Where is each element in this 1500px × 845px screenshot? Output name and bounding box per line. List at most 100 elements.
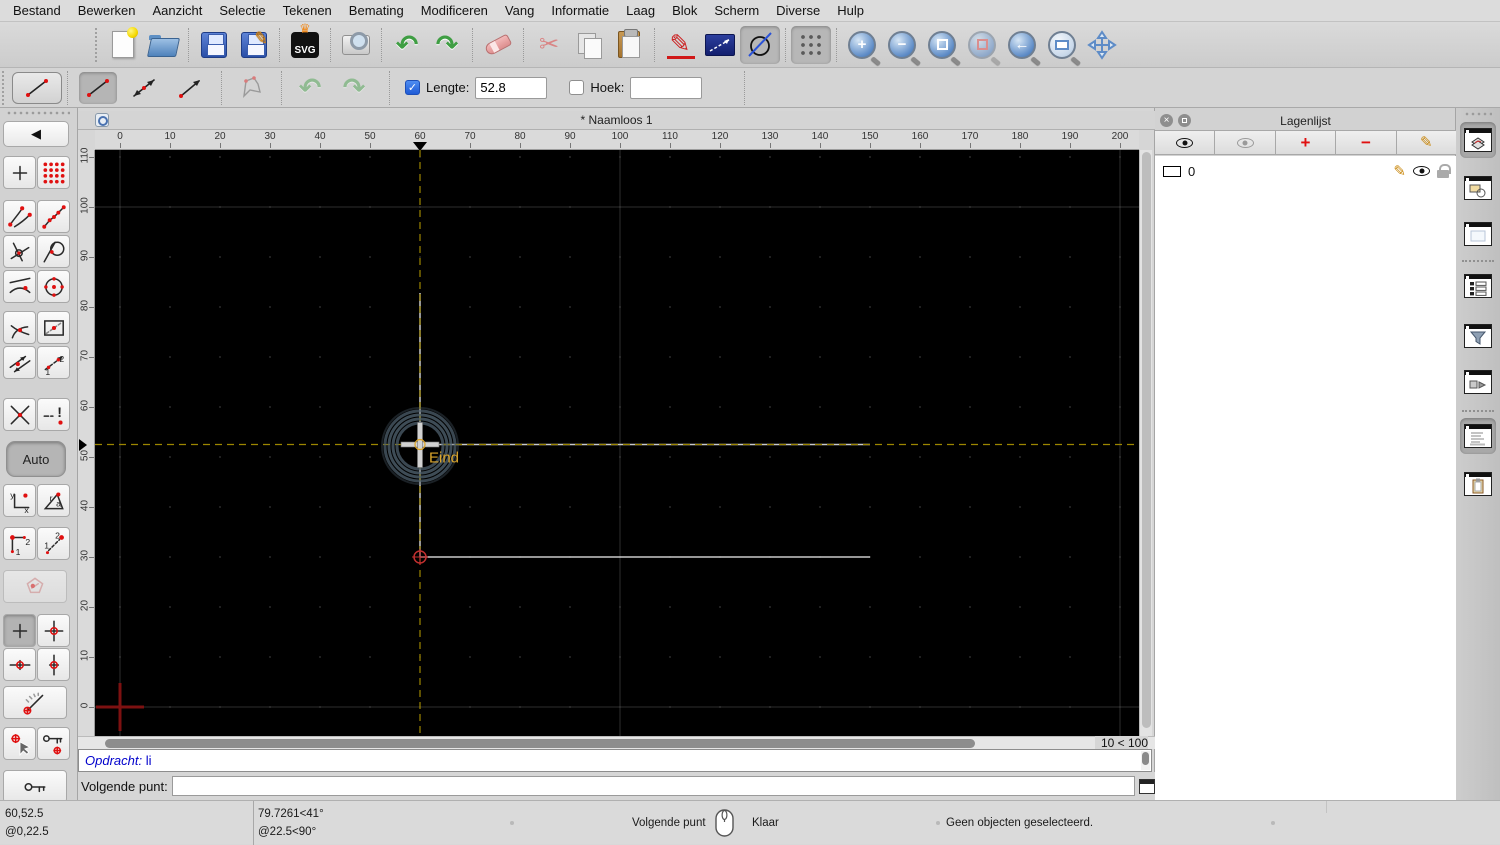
snap-cursor-button[interactable]	[3, 156, 36, 189]
print-preview-button[interactable]	[336, 26, 376, 64]
redo-button[interactable]: ↷	[427, 26, 467, 64]
panel-view-button[interactable]	[1460, 364, 1496, 400]
lock-coordinates-button[interactable]	[3, 770, 67, 803]
layer-visibility-toggle[interactable]	[1413, 166, 1430, 176]
paste-button[interactable]	[609, 26, 649, 64]
coord-polar-button[interactable]: ra	[37, 484, 70, 517]
menu-item-vang[interactable]: Vang	[505, 3, 534, 18]
snap-tangent-button[interactable]	[37, 235, 70, 268]
auto-snap-button[interactable]: Auto	[6, 441, 66, 477]
remove-layer-button[interactable]: −	[1336, 131, 1397, 154]
scrollbar-thumb[interactable]	[1142, 752, 1149, 765]
add-layer-button[interactable]: +	[1275, 131, 1337, 154]
axis-both-button[interactable]	[37, 614, 70, 647]
toolbar-drag-handle[interactable]	[2, 70, 8, 105]
menu-item-aanzicht[interactable]: Aanzicht	[153, 3, 203, 18]
layer-edit-pencil-icon[interactable]: ✎	[1393, 164, 1406, 179]
snap-nearest-button[interactable]	[3, 270, 36, 303]
zoom-selection-button[interactable]	[962, 26, 1002, 64]
new-file-button[interactable]	[103, 26, 143, 64]
show-all-layers-button[interactable]	[1155, 131, 1216, 154]
zoom-previous-button[interactable]: ←	[1002, 26, 1042, 64]
coord-absolute-button[interactable]: 12	[37, 527, 70, 560]
hoek-checkbox[interactable]	[569, 80, 585, 95]
polygon-tool-button[interactable]	[233, 72, 271, 104]
lock-point-button[interactable]	[37, 727, 70, 760]
document-title-bar[interactable]: * Naamloos 1	[78, 111, 1155, 130]
snap-intersection-button[interactable]	[3, 398, 36, 431]
command-history[interactable]: Opdracht: li	[78, 749, 1152, 772]
menu-item-hulp[interactable]: Hulp	[837, 3, 864, 18]
menu-item-blok[interactable]: Blok	[672, 3, 697, 18]
panel-clipboard-button[interactable]	[1460, 466, 1496, 502]
svg-export-button[interactable]: ♛ SVG	[285, 22, 325, 64]
panel-layers-button[interactable]	[1460, 122, 1496, 158]
menu-item-bestand[interactable]: Bestand	[13, 3, 61, 18]
pan-button[interactable]	[1082, 26, 1122, 64]
command-window-icon[interactable]	[1138, 778, 1155, 794]
delete-button[interactable]	[478, 26, 518, 64]
protractor-button[interactable]	[3, 686, 67, 719]
selection-mode-button[interactable]	[700, 26, 740, 64]
hide-other-layers-button[interactable]	[1215, 131, 1276, 154]
cut-button[interactable]: ✂	[529, 26, 569, 64]
menu-item-bemating[interactable]: Bemating	[349, 3, 404, 18]
panel-blank-button[interactable]	[1460, 216, 1496, 252]
edit-style-button[interactable]: ✎	[660, 26, 700, 64]
copy-button[interactable]	[569, 26, 609, 64]
lengte-checkbox[interactable]: ✓	[405, 80, 420, 95]
coord-cartesian-button[interactable]: yx	[3, 484, 36, 517]
coord-relative-button[interactable]: 12	[3, 527, 36, 560]
snap-shape-button[interactable]	[3, 570, 67, 603]
command-input[interactable]	[171, 776, 1135, 796]
undo-button[interactable]: ↶	[387, 26, 427, 64]
canvas-horizontal-scrollbar[interactable]	[78, 736, 1155, 749]
menu-item-tekenen[interactable]: Tekenen	[283, 3, 332, 18]
panel-command-button[interactable]	[1460, 418, 1496, 454]
panel-list-button[interactable]	[1460, 268, 1496, 304]
snap-center-button[interactable]	[37, 270, 70, 303]
snap-grid-button[interactable]	[37, 156, 70, 189]
open-file-button[interactable]	[143, 26, 183, 64]
edit-layer-button[interactable]: ✎	[1396, 131, 1457, 154]
menu-item-scherm[interactable]: Scherm	[714, 3, 759, 18]
cursor-free-button[interactable]	[3, 614, 36, 647]
toolbar-drag-handle[interactable]	[95, 27, 101, 62]
menu-item-bewerken[interactable]: Bewerken	[78, 3, 136, 18]
snap-parallel-button[interactable]	[3, 346, 36, 379]
menu-item-modificeren[interactable]: Modificeren	[421, 3, 488, 18]
redo-point-button[interactable]: ↷	[335, 72, 373, 104]
pick-point-button[interactable]	[3, 727, 36, 760]
grid-toggle-button[interactable]	[791, 25, 831, 64]
menu-item-informatie[interactable]: Informatie	[551, 3, 609, 18]
axis-horizontal-button[interactable]	[3, 648, 36, 681]
scrollbar-thumb[interactable]	[105, 739, 975, 748]
panel-filter-button[interactable]	[1460, 318, 1496, 354]
undo-point-button[interactable]: ↶	[291, 72, 329, 104]
panel-drag-handle[interactable]	[1464, 112, 1492, 116]
history-scrollbar[interactable]	[1141, 751, 1150, 770]
snap-endpoint-button[interactable]	[3, 200, 36, 233]
snap-apparent-intersection-button[interactable]	[3, 235, 36, 268]
zoom-extents-button[interactable]	[922, 26, 962, 64]
zoom-in-button[interactable]: +	[842, 26, 882, 64]
menu-item-selectie[interactable]: Selectie	[219, 3, 265, 18]
menu-item-laag[interactable]: Laag	[626, 3, 655, 18]
zoom-window-button[interactable]	[1042, 26, 1082, 64]
drawing-canvas[interactable]: Eind	[95, 150, 1139, 736]
lengte-input[interactable]	[475, 76, 548, 99]
save-button[interactable]	[194, 26, 234, 64]
snap-vertices-button[interactable]	[37, 200, 70, 233]
snap-perpendicular-button[interactable]	[3, 311, 36, 344]
save-as-button[interactable]: ✎	[234, 26, 274, 64]
layer-row[interactable]: 0 ✎	[1155, 160, 1456, 182]
panel-shapes-button[interactable]	[1460, 170, 1496, 206]
axis-vertical-button[interactable]	[37, 648, 70, 681]
line-tool-button[interactable]	[79, 71, 117, 104]
snap-region-button[interactable]	[37, 311, 70, 344]
circle-line-mode-button[interactable]	[740, 25, 780, 64]
line-arrow-button[interactable]	[171, 72, 209, 104]
layer-color-swatch[interactable]	[1163, 165, 1181, 177]
layer-lock-toggle[interactable]	[1437, 164, 1451, 178]
palette-drag-handle[interactable]	[6, 111, 70, 115]
